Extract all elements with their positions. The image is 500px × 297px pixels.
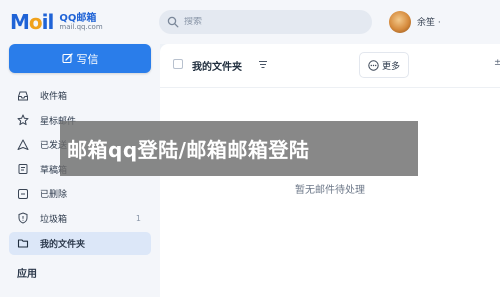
send-icon: [17, 139, 29, 151]
sidebar-item-label: 收件箱: [40, 92, 68, 102]
search-bar[interactable]: [159, 10, 372, 34]
sidebar-item-inbox[interactable]: 收件箱: [9, 84, 151, 107]
select-all-checkbox[interactable]: [173, 59, 183, 69]
mail-toolbar: 我的文件夹 更多 ±: [160, 44, 500, 88]
folder-icon: [17, 237, 29, 249]
sidebar-item-label: 垃圾箱: [40, 214, 68, 225]
search-input[interactable]: [184, 17, 364, 27]
avatar[interactable]: [389, 11, 411, 33]
logo-mark: Moil: [10, 10, 54, 34]
username[interactable]: 余笙 ·: [417, 15, 441, 28]
compose-label: 写信: [76, 52, 99, 66]
sidebar-item-label: 已删除: [40, 190, 68, 201]
draft-icon: [17, 163, 29, 175]
more-button[interactable]: 更多: [359, 52, 409, 78]
logo-domain: mail.qq.com: [59, 22, 103, 31]
sidebar-item-my-folders[interactable]: 我的文件夹: [9, 231, 151, 255]
filter-menu-icon[interactable]: [258, 60, 268, 69]
spam-shield-icon: [17, 212, 29, 224]
sidebar-item-spam[interactable]: 垃圾箱 1: [9, 207, 151, 230]
qq-mail-window: Moil QQ邮箱 mail.qq.com 余笙 · 写信: [0, 0, 500, 297]
empty-state-message: 暂无邮件待处理: [295, 185, 365, 196]
logo-text: QQ邮箱 mail.qq.com: [59, 13, 102, 32]
search-icon: [167, 16, 179, 28]
more-dots-icon: [368, 59, 379, 71]
sidebar-item-deleted[interactable]: 已删除: [9, 182, 151, 205]
top-header: Moil QQ邮箱 mail.qq.com 余笙 ·: [0, 0, 500, 44]
star-icon: [17, 114, 29, 126]
more-label: 更多: [381, 61, 400, 72]
qq-mail-logo[interactable]: Moil QQ邮箱 mail.qq.com: [10, 9, 103, 35]
compose-button[interactable]: 写信: [9, 44, 151, 73]
folder-title: 我的文件夹: [192, 62, 242, 73]
logo-name: QQ邮箱: [59, 12, 97, 24]
overlay-title-banner: 邮箱qq登陆/邮箱邮箱登陆: [60, 121, 418, 176]
toolbar-overflow-glyph[interactable]: ±: [494, 58, 500, 68]
trash-icon: [17, 188, 29, 200]
apps-section-title: 应用: [17, 269, 37, 280]
spam-count-badge: 1: [135, 213, 141, 223]
compose-icon: [61, 53, 73, 64]
inbox-icon: [17, 90, 29, 102]
banner-text: 邮箱qq登陆/邮箱邮箱登陆: [67, 138, 310, 162]
sidebar-item-label: 我的文件夹: [40, 239, 86, 250]
